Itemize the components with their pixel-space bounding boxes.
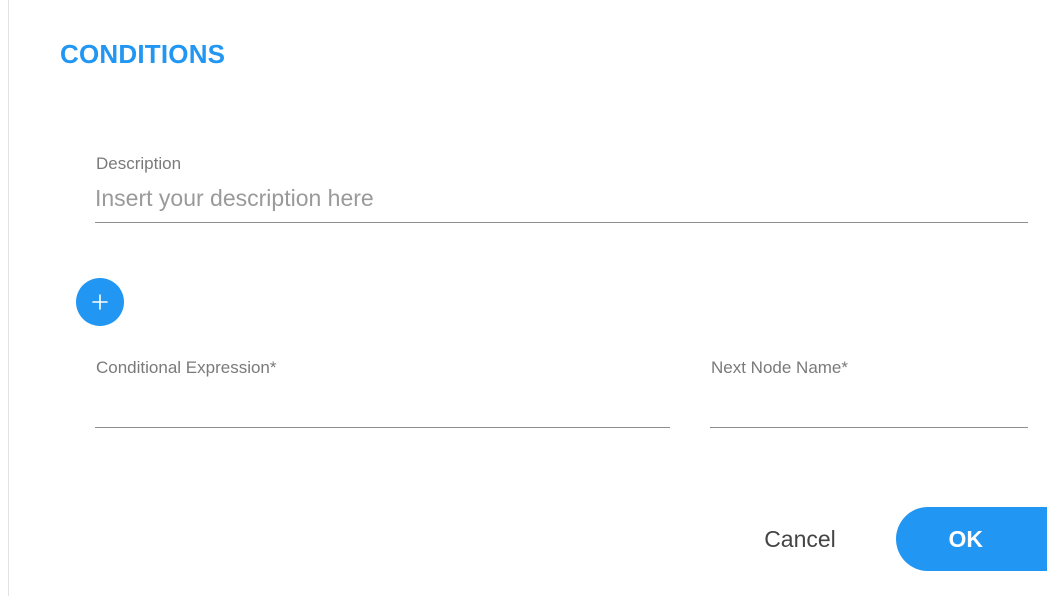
description-input[interactable] <box>95 181 1028 223</box>
dialog-left-border <box>8 0 9 596</box>
description-label: Description <box>96 154 182 173</box>
cancel-button[interactable]: Cancel <box>740 515 860 563</box>
conditions-dialog: CONDITIONS Description Conditional Expre… <box>0 0 1047 596</box>
conditional-expression-input[interactable] <box>95 390 670 428</box>
plus-icon <box>92 294 108 310</box>
next-node-name-label: Next Node Name* <box>711 358 849 377</box>
add-condition-button[interactable] <box>76 278 124 326</box>
next-node-name-input[interactable] <box>710 390 1028 428</box>
dialog-title: CONDITIONS <box>60 39 226 69</box>
ok-button[interactable]: OK <box>896 507 1047 571</box>
conditional-expression-label: Conditional Expression* <box>96 358 277 377</box>
